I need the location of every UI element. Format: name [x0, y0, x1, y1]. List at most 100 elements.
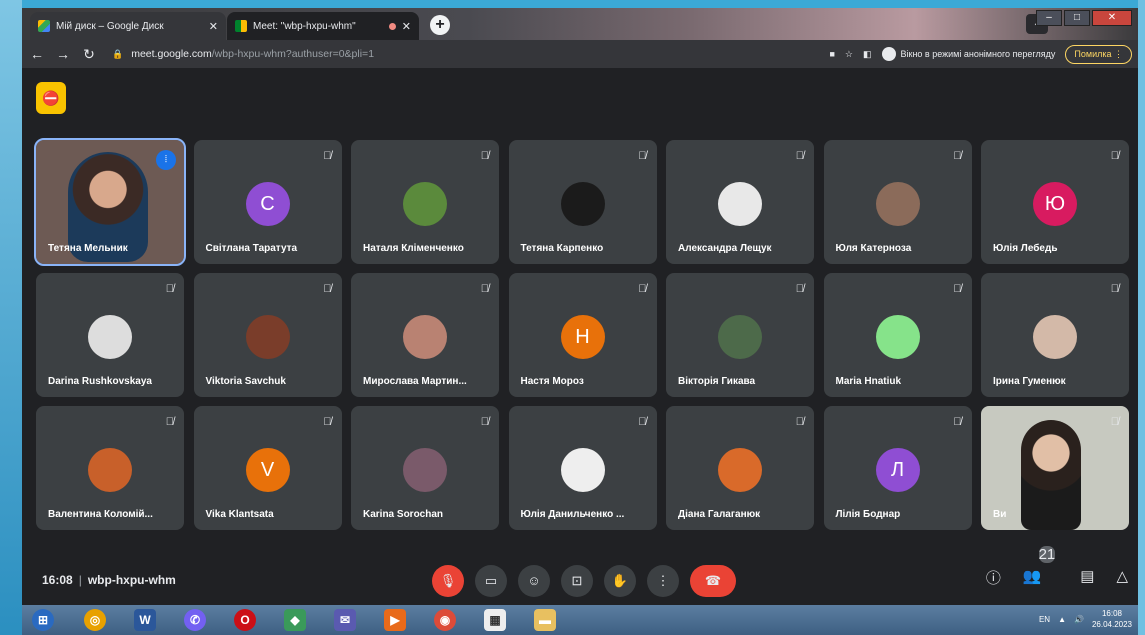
mic-muted-icon: 🎙̸ — [638, 150, 647, 162]
video-feed — [1021, 420, 1081, 530]
participant-name: Наталя Кліменченко — [363, 243, 464, 254]
avatar — [875, 182, 920, 226]
mic-muted-icon: 🎙̸ — [323, 150, 332, 162]
camera-icon[interactable]: ■ — [829, 49, 834, 59]
mic-muted-icon: 🎙̸ — [638, 283, 647, 295]
mic-muted-icon: 🎙̸ — [1110, 150, 1119, 162]
participant-name: Діана Галаганюк — [678, 509, 761, 520]
participant-tile[interactable]: 🎙̸ Діана Галаганюк — [666, 406, 814, 530]
media-icon[interactable]: ▶ — [384, 609, 406, 631]
info-icon[interactable]: ⓘ — [986, 567, 1001, 588]
participant-tile[interactable]: Л 🎙̸ Лілія Боднар — [823, 406, 972, 530]
participant-tile[interactable]: С 🎙̸ Світлана Таратута — [193, 140, 342, 264]
back-icon[interactable]: ← — [26, 46, 48, 62]
participant-name: Мирослава Мартин... — [363, 376, 467, 387]
mic-muted-icon: 🎙̸ — [480, 416, 489, 428]
participant-name: Юлія Лебедь — [993, 243, 1058, 254]
participant-tile[interactable]: V 🎙̸ Vika Klantsata — [193, 406, 342, 530]
camera-off-notice-icon[interactable]: ⛔ — [36, 82, 66, 114]
viber-icon[interactable]: ✆ — [184, 609, 206, 631]
participant-tile[interactable]: Ю 🎙̸ Юлія Лебедь — [981, 140, 1129, 264]
app-icon[interactable]: ◎ — [84, 609, 106, 631]
mic-muted-icon: 🎙̸ — [953, 416, 962, 428]
clock[interactable]: 16:08 26.04.2023 — [1092, 608, 1132, 630]
participant-tile[interactable]: 🎙̸ Viktoria Savchuk — [193, 273, 342, 397]
participant-tile[interactable]: Н 🎙̸ Настя Мороз — [508, 273, 657, 397]
mail-icon[interactable]: ✉ — [334, 609, 356, 631]
activities-icon[interactable]: △ — [1116, 567, 1128, 588]
reload-icon[interactable]: ↻ — [78, 46, 100, 63]
mic-muted-icon: 🎙̸ — [953, 283, 962, 295]
avatar: Л — [875, 448, 920, 492]
mic-off-button[interactable]: 🎙 — [432, 565, 464, 597]
participant-name: Тетяна Карпенко — [520, 243, 604, 254]
participant-tile[interactable]: 🎙̸ Юлія Данильченко ... — [508, 406, 657, 530]
network-icon[interactable]: ▲ — [1058, 615, 1066, 624]
participant-name: Валентина Коломій... — [48, 509, 153, 520]
chat-icon[interactable]: ▤ — [1080, 567, 1094, 588]
reactions-button[interactable]: ☺ — [518, 565, 550, 597]
participant-tile[interactable]: ⦙ Тетяна Мельник — [34, 138, 186, 266]
raise-hand-button[interactable]: ✋ — [604, 565, 636, 597]
volume-icon[interactable]: 🔊 — [1074, 615, 1084, 624]
address-bar[interactable]: 🔒 meet.google.com /wbp-hxpu-whm?authuser… — [112, 43, 752, 65]
minimize-button[interactable]: – — [1036, 10, 1062, 26]
camera-button[interactable]: ▭ — [475, 565, 507, 597]
participant-tile[interactable]: 🎙̸ Валентина Коломій... — [36, 406, 184, 530]
star-icon[interactable]: ☆ — [845, 49, 853, 60]
maximize-button[interactable]: □ — [1064, 10, 1090, 26]
sidepanel-icon[interactable]: ◧ — [863, 49, 872, 60]
participant-tile[interactable]: 🎙̸ Ви — [981, 406, 1129, 530]
drive-icon — [38, 20, 50, 32]
avatar — [403, 182, 447, 226]
participant-tile[interactable]: 🎙̸ Юля Катерноза — [823, 140, 972, 264]
start-icon[interactable]: ⊞ — [32, 609, 54, 631]
participant-name: Юлія Данильченко ... — [520, 509, 625, 520]
windows-taskbar: ⊞ ◎ W ✆ O ◆ ✉ ▶ ◉ ▦ ▬ EN ▲ 🔊 16:08 26.04… — [22, 605, 1138, 635]
incognito-indicator[interactable]: Вікно в режимі анонімного перегляду — [881, 47, 1055, 61]
mic-muted-icon: 🎙̸ — [795, 150, 804, 162]
meeting-info: 16:08 | wbp-hxpu-whm — [42, 573, 176, 587]
avatar — [88, 448, 132, 492]
notepad-icon[interactable]: ▦ — [484, 609, 506, 631]
present-button[interactable]: ⊡ — [561, 565, 593, 597]
participant-tile[interactable]: 🎙̸ Мирослава Мартин... — [351, 273, 499, 397]
word-icon[interactable]: W — [134, 609, 156, 631]
meeting-code: wbp-hxpu-whm — [87, 573, 176, 587]
app-icon-2[interactable]: ◆ — [284, 609, 306, 631]
meeting-controls-bar: 16:08 | wbp-hxpu-whm 🎙 ▭ ☺ ⊡ ✋ ⋮ ☎ ⓘ 👥21 ▤… — [22, 546, 1138, 605]
more-options-button[interactable]: ⋮ — [647, 565, 679, 597]
folder-icon[interactable]: ▬ — [534, 609, 556, 631]
language-indicator[interactable]: EN — [1039, 615, 1050, 624]
chrome-icon[interactable]: ◉ — [434, 609, 456, 631]
participant-tile[interactable]: 🎙̸ Karina Sorochan — [351, 406, 499, 530]
people-icon[interactable]: 👥21 — [1023, 546, 1058, 588]
participant-name: Vika Klantsata — [205, 509, 274, 520]
mic-muted-icon: 🎙̸ — [795, 283, 804, 295]
meet-icon — [235, 20, 247, 32]
participant-tile[interactable]: 🎙̸ Александра Лещук — [666, 140, 814, 264]
tab-google-meet[interactable]: Meet: "wbp-hxpu-whm" ✕ — [227, 12, 419, 40]
opera-icon[interactable]: O — [234, 609, 256, 631]
meeting-time: 16:08 — [42, 573, 73, 587]
participant-tile[interactable]: 🎙̸ Darina Rushkovskaya — [36, 273, 184, 397]
leave-call-button[interactable]: ☎ — [690, 565, 736, 597]
close-tab-icon[interactable]: ✕ — [402, 20, 411, 33]
participant-tile[interactable]: 🎙̸ Вікторія Гикава — [666, 273, 814, 397]
participant-tile[interactable]: 🎙̸ Ірина Гуменюк — [981, 273, 1129, 397]
participant-tile[interactable]: 🎙̸ Тетяна Карпенко — [508, 140, 657, 264]
close-tab-icon[interactable]: ✕ — [209, 20, 218, 33]
participant-name: Лілія Боднар — [835, 509, 901, 520]
close-window-button[interactable]: ✕ — [1092, 10, 1132, 26]
participant-tile[interactable]: 🎙̸ Maria Hnatiuk — [823, 273, 972, 397]
new-tab-button[interactable]: + — [430, 15, 450, 35]
participant-name: Тетяна Мельник — [48, 243, 128, 254]
participants-grid: ⦙ Тетяна Мельник С 🎙̸ Світлана Таратута 🎙̸ Нат… — [34, 138, 1129, 530]
participant-name: Вікторія Гикава — [678, 376, 756, 387]
participant-tile[interactable]: 🎙̸ Наталя Кліменченко — [351, 140, 499, 264]
forward-icon[interactable]: → — [52, 46, 74, 62]
toolbar-right: ■ ☆ ◧ Вікно в режимі анонімного перегляд… — [829, 43, 1132, 65]
tab-google-drive[interactable]: Мій диск – Google Диск ✕ — [30, 12, 226, 40]
avatar — [403, 315, 447, 359]
error-button[interactable]: Помилка ⋮ — [1065, 44, 1132, 64]
